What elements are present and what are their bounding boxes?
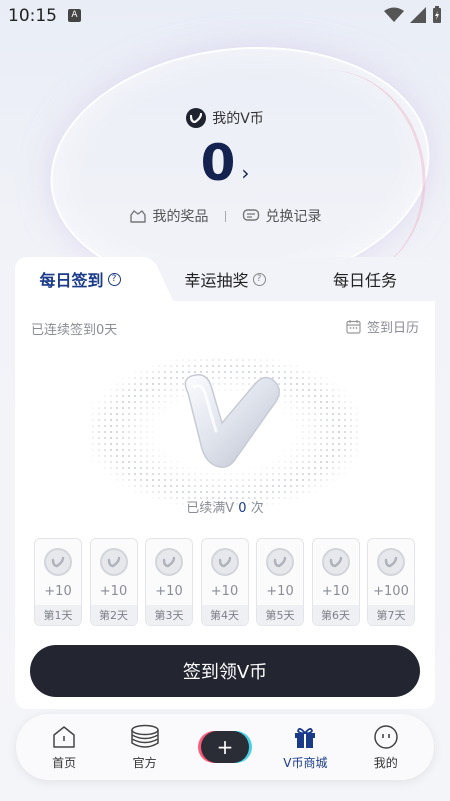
day-points: +10 xyxy=(44,584,72,599)
v-coin-icon xyxy=(99,548,128,576)
message-icon xyxy=(242,209,259,221)
house-icon xyxy=(53,725,75,748)
calendar-label: 签到日历 xyxy=(366,321,419,336)
coin-links: 我的奖品 兑换记录 xyxy=(0,206,450,226)
v-logo-icon xyxy=(186,108,207,128)
status-time: 10:15 xyxy=(8,6,57,26)
nav-official-label: 官方 xyxy=(132,755,157,770)
calendar-icon xyxy=(346,320,361,334)
day-label: 第4天 xyxy=(201,605,248,625)
exchange-records-link[interactable]: 兑换记录 xyxy=(242,206,322,226)
v-emblem-icon xyxy=(184,374,280,468)
day-reward-1: +10 第1天 xyxy=(34,538,82,626)
tab-lucky-draw-label: 幸运抽奖 xyxy=(184,271,249,290)
day-label: 第2天 xyxy=(90,605,137,625)
tab-lucky-draw[interactable]: 幸运抽奖 ? xyxy=(165,257,285,301)
coin-balance[interactable]: 0 › xyxy=(0,134,450,192)
day-label: 第5天 xyxy=(257,605,303,625)
nav-create[interactable]: + xyxy=(193,731,257,763)
exchange-records-label: 兑换记录 xyxy=(265,209,322,225)
signal-icon xyxy=(410,7,426,23)
day-points: +10 xyxy=(266,584,294,599)
tab-daily-signin[interactable]: 每日签到 ? xyxy=(15,257,145,301)
day-points: +10 xyxy=(321,584,350,599)
v-emblem-area xyxy=(90,357,360,507)
day-rewards: +10 第1天 +10 第2天 +10 第3天 +10 第4天 +10 第5天 … xyxy=(34,538,415,626)
day-label: 第3天 xyxy=(146,605,192,625)
v-coin-icon xyxy=(44,548,72,576)
coin-title-label: 我的V币 xyxy=(212,111,264,127)
nav-mine[interactable]: 我的 xyxy=(354,724,418,771)
day-reward-2: +10 第2天 xyxy=(89,538,138,626)
v-coin-icon xyxy=(155,548,183,576)
streak-text: 已连续签到0天 xyxy=(31,323,118,338)
v-coin-icon xyxy=(377,548,405,576)
nav-vcoin-mall-label: V币商城 xyxy=(283,755,328,770)
face-icon xyxy=(374,724,398,749)
day-points: +10 xyxy=(155,584,183,599)
v-coin-icon xyxy=(210,548,239,576)
signin-button[interactable]: 签到领V币 xyxy=(30,645,420,697)
coin-title: 我的V币 xyxy=(0,108,450,128)
day-reward-5: +10 第5天 xyxy=(256,538,304,626)
nav-mine-label: 我的 xyxy=(373,755,398,770)
nav-home[interactable]: 首页 xyxy=(32,724,96,771)
tab-daily-signin-label: 每日签到 xyxy=(39,271,104,290)
signin-card: 每日签到 ? 幸运抽奖 ? 每日任务 已连续签到0天 签到日历 已续满V 0 次… xyxy=(15,257,435,709)
v-coin-icon xyxy=(266,548,294,576)
help-icon[interactable]: ? xyxy=(252,272,266,286)
my-prizes-link[interactable]: 我的奖品 xyxy=(129,206,209,226)
gift-icon xyxy=(295,727,316,748)
day-points: +10 xyxy=(99,584,128,599)
day-points: +10 xyxy=(210,584,239,599)
chevron-right-icon: › xyxy=(241,161,250,185)
day-reward-3: +10 第3天 xyxy=(145,538,193,626)
continued-suffix: 次 xyxy=(250,501,264,516)
nav-vcoin-mall[interactable]: V币商城 xyxy=(273,724,337,771)
my-prizes-label: 我的奖品 xyxy=(152,209,209,225)
continued-text: 已续满V 0 次 xyxy=(15,497,435,516)
day-label: 第1天 xyxy=(35,605,81,625)
continued-prefix: 已续满V xyxy=(186,501,235,516)
coin-stack-icon xyxy=(130,724,159,748)
tab-daily-tasks[interactable]: 每日任务 xyxy=(310,257,420,301)
status-bar: 10:15 A xyxy=(0,0,450,32)
day-label: 第6天 xyxy=(312,605,359,625)
continued-count: 0 xyxy=(238,501,247,516)
day-label: 第7天 xyxy=(368,605,414,625)
signin-calendar-link[interactable]: 签到日历 xyxy=(346,317,419,336)
tab-daily-tasks-label: 每日任务 xyxy=(332,271,397,290)
day-reward-7: +100 第7天 xyxy=(367,538,415,626)
bottom-nav: 首页 官方 + V币商城 我的 xyxy=(16,714,434,780)
battery-icon xyxy=(433,6,441,23)
nav-official[interactable]: 官方 xyxy=(113,724,177,771)
coin-balance-value: 0 xyxy=(200,134,236,192)
prize-icon xyxy=(129,210,146,223)
day-points: +100 xyxy=(373,584,409,599)
status-icons xyxy=(384,6,442,24)
v-coin-icon xyxy=(321,548,350,576)
tab-bar: 每日签到 ? 幸运抽奖 ? 每日任务 xyxy=(15,257,435,301)
plus-icon: + xyxy=(200,731,249,763)
wifi-icon xyxy=(384,7,404,22)
day-reward-6: +10 第6天 xyxy=(311,538,360,626)
divider xyxy=(224,210,226,222)
nav-home-label: 首页 xyxy=(52,755,77,770)
day-reward-4: +10 第4天 xyxy=(200,538,249,626)
status-indicator: A xyxy=(68,9,81,22)
help-icon[interactable]: ? xyxy=(107,272,121,286)
